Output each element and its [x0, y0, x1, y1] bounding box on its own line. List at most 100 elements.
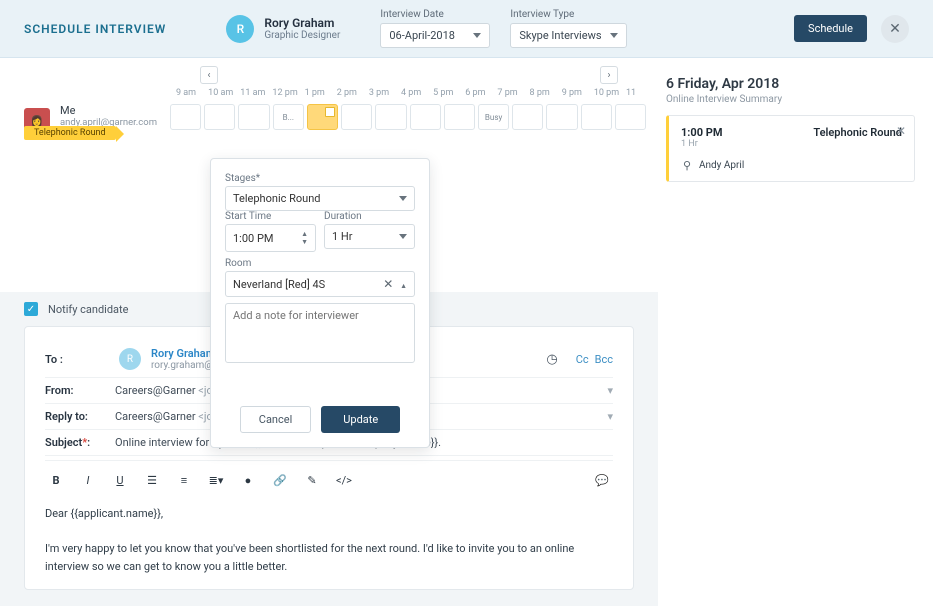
editor-toolbar: B I U ☰ ≡ ≣▾ ● 🔗 ✎ </> 💬 — [45, 460, 613, 501]
hour-label: 8 pm — [530, 88, 562, 98]
hour-label: 1 pm — [305, 88, 337, 98]
bold-button[interactable]: B — [45, 469, 67, 491]
hour-label: 10 am — [208, 88, 240, 98]
email-greeting: Dear {{applicant.name}}, — [45, 505, 613, 523]
hour-label: 11 — [626, 88, 658, 98]
close-icon: ✕ — [889, 21, 901, 37]
person-icon: ⚲ — [681, 159, 693, 171]
summary-column: 6 Friday, Apr 2018 Online Interview Summ… — [658, 58, 933, 606]
interview-type-value: Skype Interviews — [519, 29, 601, 42]
close-button[interactable]: ✕ — [881, 15, 909, 43]
room-label: Room — [225, 258, 415, 269]
duration-select[interactable]: 1 Hr — [324, 224, 415, 249]
interview-date-dropdown[interactable]: 06-April-2018 — [380, 23, 490, 48]
time-slot[interactable] — [512, 104, 543, 130]
slot-editor-popover: Stages* Telephonic Round Start Time 1:00… — [210, 158, 430, 448]
cal-prev-button[interactable]: ‹ — [200, 66, 218, 84]
hour-label: 10 pm — [594, 88, 626, 98]
summary-subtitle: Online Interview Summary — [666, 94, 915, 105]
hour-label: 5 pm — [433, 88, 465, 98]
summary-time: 1:00 PM — [681, 126, 723, 139]
summary-date: 6 Friday, Apr 2018 — [666, 76, 915, 92]
hours-header: 9 am10 am11 am12 pm1 pm2 pm3 pm4 pm5 pm6… — [0, 88, 658, 98]
chevron-down-icon — [610, 33, 618, 38]
clear-format-button[interactable]: ✎ — [301, 469, 323, 491]
hour-label: 4 pm — [401, 88, 433, 98]
time-slot[interactable] — [170, 104, 201, 130]
summary-duration: 1 Hr — [681, 139, 723, 149]
bcc-button[interactable]: Bcc — [595, 353, 613, 366]
time-slot[interactable] — [615, 104, 646, 130]
interview-date-label: Interview Date — [380, 9, 490, 20]
room-select[interactable]: Neverland [Red] 4S ✕ ▲ — [225, 271, 415, 297]
summary-card: ✕ 1:00 PM 1 Hr Telephonic Round ⚲ Andy A… — [666, 115, 915, 182]
update-button[interactable]: Update — [321, 406, 400, 433]
time-slot[interactable] — [444, 104, 475, 130]
color-button[interactable]: ● — [237, 469, 259, 491]
stepper-icon: ▲▼ — [301, 230, 308, 246]
link-button[interactable]: 🔗 — [269, 469, 291, 491]
notify-checkbox[interactable]: ✓ — [24, 302, 38, 316]
top-bar: SCHEDULE INTERVIEW R Rory Graham Graphic… — [0, 0, 933, 58]
time-slot[interactable] — [410, 104, 441, 130]
interview-type-dropdown[interactable]: Skype Interviews — [510, 23, 626, 48]
to-label: To : — [45, 353, 115, 366]
reply-name: Careers@Garner — [115, 410, 196, 423]
notify-label: Notify candidate — [48, 303, 128, 316]
hour-label: 9 am — [176, 88, 208, 98]
schedule-button[interactable]: Schedule — [794, 15, 867, 42]
candidate-role: Graphic Designer — [264, 30, 340, 41]
main-column: ‹ › 9 am10 am11 am12 pm1 pm2 pm3 pm4 pm5… — [0, 58, 658, 606]
to-avatar: R — [119, 348, 141, 370]
time-slot[interactable] — [238, 104, 269, 130]
chevron-down-icon — [473, 33, 481, 38]
time-slots: B... Busy — [170, 104, 646, 130]
start-time-select[interactable]: 1:00 PM ▲▼ — [225, 224, 316, 252]
chevron-down-icon[interactable]: ▾ — [607, 384, 613, 397]
stages-select[interactable]: Telephonic Round — [225, 186, 415, 211]
hour-label: 9 pm — [562, 88, 594, 98]
me-name: Me — [60, 104, 170, 117]
time-slot[interactable] — [307, 104, 338, 130]
align-button[interactable]: ≣▾ — [205, 469, 227, 491]
duration-label: Duration — [324, 211, 415, 222]
code-button[interactable]: </> — [333, 469, 355, 491]
email-body-text: I'm very happy to let you know that you'… — [45, 540, 613, 575]
summary-stage: Telephonic Round — [813, 126, 902, 139]
bullets-button[interactable]: ☰ — [141, 469, 163, 491]
clock-icon[interactable]: ◷ — [546, 352, 557, 367]
time-slot[interactable] — [341, 104, 372, 130]
time-slot[interactable] — [546, 104, 577, 130]
time-slot[interactable]: B... — [273, 104, 304, 130]
stepper-icon: ▲ — [400, 282, 407, 290]
underline-button[interactable]: U — [109, 469, 131, 491]
summary-close-button[interactable]: ✕ — [896, 124, 906, 138]
hour-label: 12 pm — [272, 88, 304, 98]
time-slot[interactable] — [581, 104, 612, 130]
numbered-button[interactable]: ≡ — [173, 469, 195, 491]
interview-type-label: Interview Type — [510, 9, 626, 20]
from-name: Careers@Garner — [115, 384, 196, 397]
comment-button[interactable]: 💬 — [591, 469, 613, 491]
cancel-button[interactable]: Cancel — [240, 406, 311, 433]
time-slot[interactable] — [204, 104, 235, 130]
interview-type-field: Interview Type Skype Interviews — [510, 9, 626, 48]
interview-date-field: Interview Date 06-April-2018 — [380, 9, 490, 48]
candidate-info: R Rory Graham Graphic Designer — [226, 15, 340, 43]
hour-label: 3 pm — [369, 88, 401, 98]
chevron-down-icon[interactable]: ▾ — [607, 410, 613, 423]
email-body[interactable]: Dear {{applicant.name}}, I'm very happy … — [45, 501, 613, 575]
cc-button[interactable]: Cc — [576, 353, 589, 366]
hour-label: 6 pm — [465, 88, 497, 98]
duration-value: 1 Hr — [332, 230, 353, 243]
note-textarea[interactable] — [225, 303, 415, 363]
cal-next-button[interactable]: › — [600, 66, 618, 84]
page-title: SCHEDULE INTERVIEW — [24, 22, 166, 36]
clear-room-icon[interactable]: ✕ — [383, 277, 393, 291]
hour-label: 2 pm — [337, 88, 369, 98]
time-slot[interactable] — [375, 104, 406, 130]
italic-button[interactable]: I — [77, 469, 99, 491]
stages-label: Stages* — [225, 173, 415, 184]
interview-date-value: 06-April-2018 — [389, 29, 455, 42]
time-slot[interactable]: Busy — [478, 104, 509, 130]
